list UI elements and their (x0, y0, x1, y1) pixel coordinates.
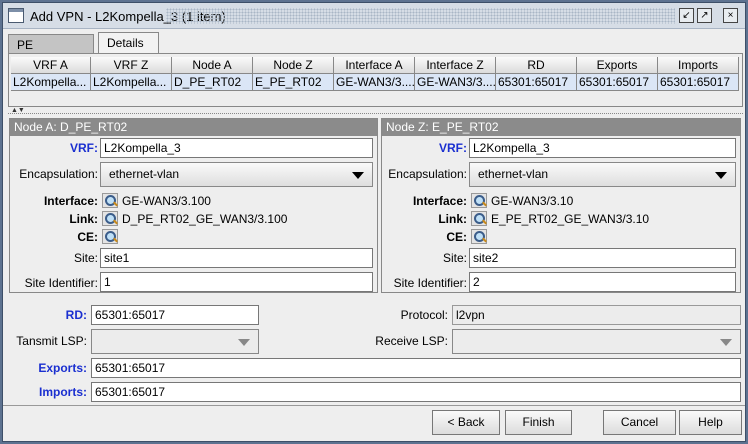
site-identifier-label: Site Identifier: (24, 276, 98, 290)
node-a-site-identifier-input[interactable]: 1 (100, 272, 373, 292)
node-z-encapsulation-select[interactable]: ethernet-vlan (469, 162, 736, 187)
interface-label: Interface: (412, 194, 467, 208)
cell-vrf-a: L2Kompella... (11, 74, 91, 91)
ce-label: CE: (446, 230, 467, 244)
search-icon[interactable] (102, 211, 118, 226)
site-label: Site: (442, 251, 467, 265)
title-pattern (166, 8, 675, 24)
node-a-panel: Node A: D_PE_RT02 VRF: L2Kompella_3 Enca… (9, 118, 378, 293)
link-label: Link: (69, 212, 98, 226)
chevron-down-icon (352, 172, 364, 179)
node-a-title: Node A: D_PE_RT02 (10, 119, 377, 136)
col-imports[interactable]: Imports (658, 57, 739, 74)
node-a-interface: GE-WAN3/3.100 (122, 194, 211, 208)
splitter-handle[interactable]: ▲▼ (8, 107, 743, 114)
back-button[interactable]: < Back (432, 410, 500, 435)
site-identifier-label: Site Identifier: (393, 276, 467, 290)
receive-lsp-select[interactable] (452, 329, 741, 354)
node-a-link: D_PE_RT02_GE_WAN3/3.100 (122, 212, 288, 226)
col-node-z[interactable]: Node Z (253, 57, 334, 74)
cell-exports: 65301:65017 (577, 74, 658, 91)
rd-input[interactable]: 65301:65017 (91, 305, 259, 325)
close-icon[interactable]: × (723, 8, 738, 23)
rd-label: RD: (65, 308, 87, 322)
node-z-site-identifier-input[interactable]: 2 (469, 272, 736, 292)
interface-label: Interface: (43, 194, 98, 208)
divider (3, 405, 745, 406)
exports-label: Exports: (38, 361, 87, 375)
encapsulation-label: Encapsulation: (19, 167, 98, 181)
col-interface-z[interactable]: Interface Z (415, 57, 496, 74)
col-interface-a[interactable]: Interface A (334, 57, 415, 74)
node-z-link: E_PE_RT02_GE_WAN3/3.10 (491, 212, 650, 226)
search-icon[interactable] (471, 193, 487, 208)
search-icon[interactable] (471, 211, 487, 226)
imports-input[interactable]: 65301:65017 (91, 382, 741, 402)
node-z-title: Node Z: E_PE_RT02 (382, 119, 740, 136)
exports-input[interactable]: 65301:65017 (91, 358, 741, 378)
cell-interface-a: GE-WAN3/3.... (334, 74, 415, 91)
col-vrf-a[interactable]: VRF A (11, 57, 91, 74)
search-icon[interactable] (102, 229, 118, 244)
node-a-vrf-input[interactable]: L2Kompella_3 (100, 138, 373, 158)
node-z-interface: GE-WAN3/3.10 (491, 194, 574, 208)
cell-node-z: E_PE_RT02 (253, 74, 334, 91)
protocol-field: l2vpn (452, 305, 741, 325)
node-z-vrf-input[interactable]: L2Kompella_3 (469, 138, 736, 158)
encap-value: ethernet-vlan (478, 167, 549, 181)
encapsulation-label: Encapsulation: (388, 167, 467, 181)
protocol-label: Protocol: (400, 308, 448, 322)
col-node-a[interactable]: Node A (172, 57, 253, 74)
col-rd[interactable]: RD (496, 57, 577, 74)
cell-rd: 65301:65017 (496, 74, 577, 91)
maximize-icon[interactable]: ↗ (697, 8, 712, 23)
site-label: Site: (73, 251, 98, 265)
tab-details[interactable]: Details (98, 32, 159, 54)
node-z-site-input[interactable]: site2 (469, 248, 736, 268)
cell-imports: 65301:65017 (658, 74, 739, 91)
search-icon[interactable] (102, 193, 118, 208)
vpn-table: VRF A VRF Z Node A Node Z Interface A In… (8, 53, 743, 107)
col-vrf-z[interactable]: VRF Z (91, 57, 172, 74)
cell-node-a: D_PE_RT02 (172, 74, 253, 91)
chevron-down-icon (720, 339, 732, 346)
col-exports[interactable]: Exports (577, 57, 658, 74)
node-a-encapsulation-select[interactable]: ethernet-vlan (100, 162, 373, 187)
transmit-lsp-label: Tansmit LSP: (16, 334, 87, 348)
link-label: Link: (438, 212, 467, 226)
cell-vrf-z: L2Kompella... (91, 74, 172, 91)
imports-label: Imports: (39, 385, 87, 399)
help-button[interactable]: Help (679, 410, 742, 435)
cancel-button[interactable]: Cancel (603, 410, 676, 435)
node-z-panel: Node Z: E_PE_RT02 VRF: L2Kompella_3 Enca… (381, 118, 741, 293)
ce-label: CE: (77, 230, 98, 244)
vrf-label: VRF: (70, 141, 98, 155)
tab-pe-selection[interactable]: PE Selection (8, 34, 94, 66)
restore-icon[interactable]: ↙ (679, 8, 694, 23)
search-icon[interactable] (471, 229, 487, 244)
title-bar[interactable]: Add VPN - L2Kompella_3 (1 item) ↙ ↗ × (3, 3, 745, 29)
vrf-label: VRF: (439, 141, 467, 155)
encap-value: ethernet-vlan (109, 167, 180, 181)
node-a-site-input[interactable]: site1 (100, 248, 373, 268)
chevron-down-icon (715, 172, 727, 179)
chevron-down-icon (238, 339, 250, 346)
add-vpn-dialog: Add VPN - L2Kompella_3 (1 item) ↙ ↗ × PE… (2, 2, 746, 442)
finish-button[interactable]: Finish (505, 410, 572, 435)
cell-interface-z: GE-WAN3/3.... (415, 74, 496, 91)
transmit-lsp-select[interactable] (91, 329, 259, 354)
window-icon (8, 8, 24, 23)
receive-lsp-label: Receive LSP: (375, 334, 448, 348)
